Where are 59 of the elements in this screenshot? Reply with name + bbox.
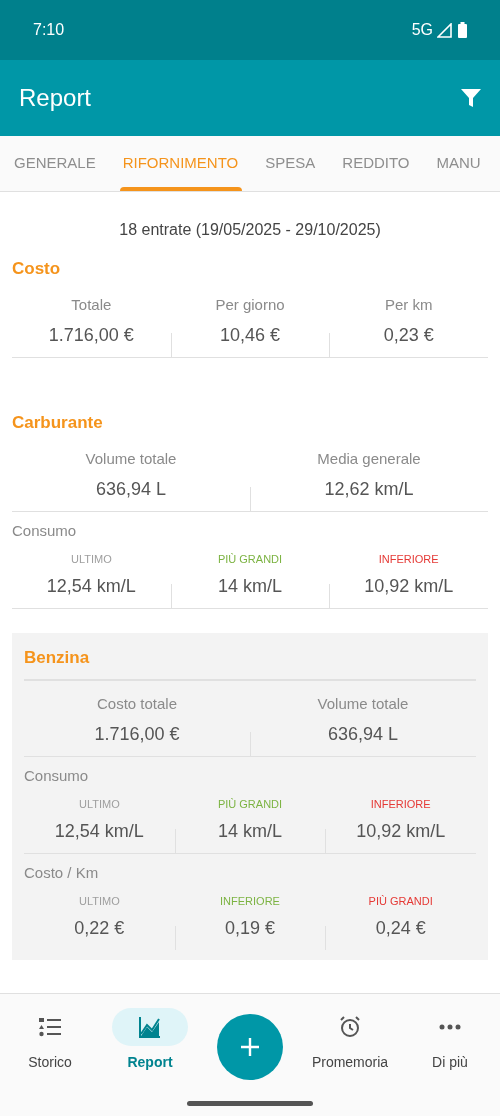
alarm-clock-icon <box>338 1015 362 1039</box>
more-icon <box>439 1024 461 1030</box>
stat-value: 14 km/L <box>218 820 282 843</box>
subsection-heading: Costo / Km <box>24 863 100 883</box>
stat-label: Per km <box>384 294 433 315</box>
stat-label: INFERIORE <box>378 551 439 567</box>
nav-item[interactable]: Promemoria <box>300 1008 400 1116</box>
stat-label: Costo totale <box>96 693 177 714</box>
stat-label: INFERIORE <box>370 796 431 812</box>
signal-icon <box>437 22 452 38</box>
stat-value: 0,19 € <box>225 917 276 940</box>
list-icon <box>38 1016 62 1038</box>
stat-value: 10,92 km/L <box>356 820 446 843</box>
stat-label: PIÙ GRANDI <box>217 551 283 567</box>
stat-label: Totale <box>71 294 112 315</box>
subsection-heading: Consumo <box>24 766 90 786</box>
battery-icon <box>458 22 467 38</box>
stat-label: INFERIORE <box>220 893 280 909</box>
stat-label: Media generale <box>317 448 421 469</box>
nav-item[interactable]: Di più <box>400 1008 500 1116</box>
tab[interactable]: MANU <box>421 136 493 191</box>
stat-value: 0,23 € <box>383 324 434 347</box>
status-time: 7:10 <box>33 20 65 40</box>
tab[interactable]: SPESA <box>250 136 328 191</box>
stat-label: ULTIMO <box>70 551 112 567</box>
stat-label: Volume totale <box>317 693 409 714</box>
stat-label: Per giorno <box>215 294 285 315</box>
stat-value: 636,94 L <box>95 478 167 501</box>
stat-value: 1.716,00 € <box>94 723 180 746</box>
stat-value: 10,92 km/L <box>364 575 454 598</box>
tab[interactable]: RIFORNIMENTO <box>107 136 251 191</box>
filter-icon[interactable] <box>461 88 481 108</box>
section-title: Carburante <box>12 412 104 434</box>
stat-value: 10,46 € <box>219 324 281 347</box>
stat-value: 636,94 L <box>327 723 399 746</box>
stat-label: PIÙ GRANDI <box>368 893 433 909</box>
stat-label: Volume totale <box>85 448 177 469</box>
network-label: 5G <box>411 20 433 40</box>
app-title: Report <box>19 83 93 113</box>
stat-value: 1.716,00 € <box>48 324 134 347</box>
tab[interactable]: REDDITO <box>327 136 422 191</box>
stat-value: 12,54 km/L <box>54 820 144 843</box>
tab[interactable]: GENERALE <box>0 136 108 191</box>
plus-icon <box>241 1038 259 1056</box>
stat-value: 0,22 € <box>74 917 125 940</box>
stat-value: 12,54 km/L <box>46 575 136 598</box>
nav-item[interactable]: Report <box>100 1008 200 1116</box>
section-title: Benzina <box>24 645 476 681</box>
stat-value: 12,62 km/L <box>324 478 414 501</box>
stat-value: 0,24 € <box>375 917 426 940</box>
section-title: Costo <box>12 258 62 280</box>
chart-icon <box>138 1016 162 1038</box>
stat-value: 14 km/L <box>218 575 282 598</box>
stat-label: PIÙ GRANDI <box>217 796 283 812</box>
subsection-heading: Consumo <box>12 521 78 541</box>
stat-label: ULTIMO <box>78 893 120 909</box>
stat-label: ULTIMO <box>78 796 120 812</box>
nav-item[interactable]: Storico <box>0 1008 100 1116</box>
summary-text: 18 entrate (19/05/2025 - 29/10/2025) <box>118 220 382 240</box>
